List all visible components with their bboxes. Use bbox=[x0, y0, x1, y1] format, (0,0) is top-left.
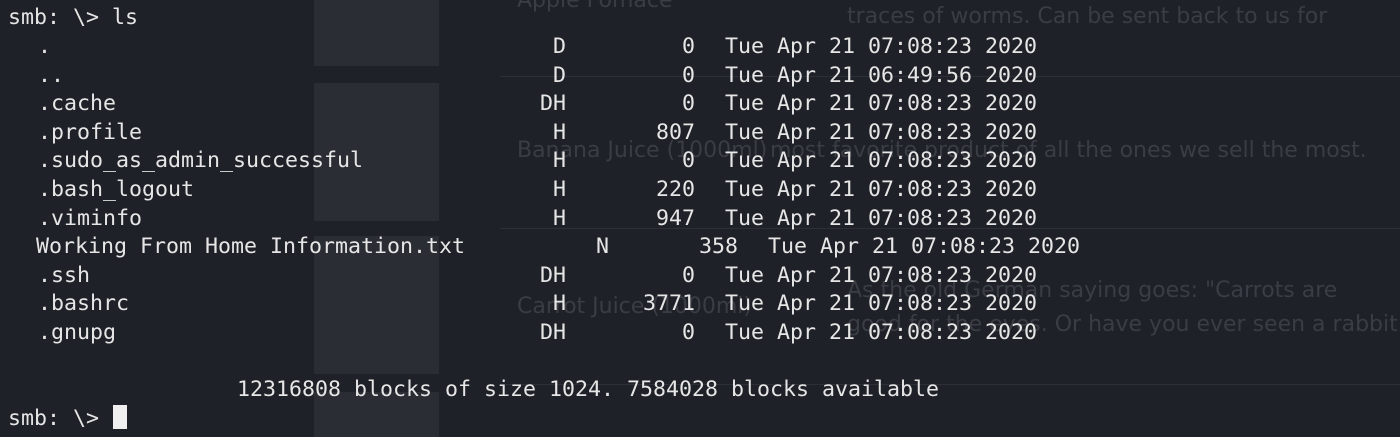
file-attributes: H bbox=[552, 148, 566, 174]
file-attributes: H bbox=[552, 177, 566, 202]
list-item: .cache DH 0 Tue Apr 21 07:08:23 2020 bbox=[0, 90, 1400, 118]
file-name: .sudo_as_admin_successful bbox=[38, 148, 364, 174]
list-item: .bashrc H 3771 Tue Apr 21 07:08:23 2020 bbox=[0, 290, 1400, 318]
file-size: 0 bbox=[681, 148, 695, 174]
file-attributes: DH bbox=[539, 320, 566, 345]
file-attributes: DH bbox=[539, 91, 566, 117]
file-size: 0 bbox=[681, 91, 695, 117]
file-attributes: D bbox=[552, 62, 566, 88]
file-date: Tue Apr 21 07:08:23 2020 bbox=[725, 205, 1038, 231]
file-date: Tue Apr 21 07:08:23 2020 bbox=[725, 177, 1038, 202]
command: ls bbox=[112, 5, 139, 30]
command-line: smb: \> ls bbox=[8, 4, 138, 32]
disk-summary: 12316808 blocks of size 1024. 7584028 bl… bbox=[237, 377, 940, 402]
list-item: .ssh DH 0 Tue Apr 21 07:08:23 2020 bbox=[0, 262, 1400, 290]
file-date: Tue Apr 21 07:08:23 2020 bbox=[725, 34, 1038, 59]
file-size: 807 bbox=[655, 119, 695, 145]
file-attributes: D bbox=[552, 34, 566, 59]
file-size: 0 bbox=[681, 62, 695, 88]
list-item: .profile H 807 Tue Apr 21 07:08:23 2020 bbox=[0, 119, 1400, 147]
file-size: 358 bbox=[698, 234, 738, 260]
file-date: Tue Apr 21 07:08:23 2020 bbox=[725, 262, 1038, 288]
file-size: 947 bbox=[655, 205, 695, 231]
file-name: .cache bbox=[38, 91, 117, 117]
list-item: . D 0 Tue Apr 21 07:08:23 2020 bbox=[0, 33, 1400, 61]
list-item: .gnupg DH 0 Tue Apr 21 07:08:23 2020 bbox=[0, 319, 1400, 347]
cursor bbox=[113, 405, 128, 429]
file-name: Working From Home Information.txt bbox=[36, 234, 466, 260]
file-attributes: H bbox=[552, 119, 566, 145]
list-item: .. D 0 Tue Apr 21 06:49:56 2020 bbox=[0, 62, 1400, 90]
prompt: smb: \> bbox=[8, 5, 100, 30]
file-date: Tue Apr 21 07:08:23 2020 bbox=[768, 234, 1081, 260]
file-attributes: N bbox=[595, 234, 609, 260]
file-name: .bashrc bbox=[38, 291, 130, 317]
file-size: 0 bbox=[681, 34, 695, 59]
file-attributes: H bbox=[552, 205, 566, 231]
file-size: 3771 bbox=[642, 291, 695, 317]
file-name: .gnupg bbox=[38, 320, 117, 345]
file-date: Tue Apr 21 07:08:23 2020 bbox=[725, 91, 1038, 117]
file-name: . bbox=[38, 34, 52, 59]
file-name: .viminfo bbox=[38, 205, 143, 231]
file-date: Tue Apr 21 07:08:23 2020 bbox=[725, 148, 1038, 174]
list-item: .viminfo H 947 Tue Apr 21 07:08:23 2020 bbox=[0, 205, 1400, 233]
file-attributes: H bbox=[552, 291, 566, 317]
list-item: .sudo_as_admin_successful H 0 Tue Apr 21 07… bbox=[0, 147, 1400, 175]
list-item: .bash_logout H 220 Tue Apr 21 07:08:23 2020 bbox=[0, 176, 1400, 204]
file-name: .ssh bbox=[38, 262, 91, 288]
file-size: 0 bbox=[681, 320, 695, 345]
file-name: .bash_logout bbox=[38, 177, 195, 202]
file-date: Tue Apr 21 07:08:23 2020 bbox=[725, 320, 1038, 345]
file-date: Tue Apr 21 06:49:56 2020 bbox=[725, 62, 1038, 88]
prompt-line[interactable]: smb: \> bbox=[8, 405, 128, 433]
file-date: Tue Apr 21 07:08:23 2020 bbox=[725, 291, 1038, 317]
list-item: Working From Home Information.txt N 358 Tue… bbox=[0, 233, 1400, 261]
file-name: .profile bbox=[38, 119, 143, 145]
file-name: .. bbox=[38, 62, 65, 88]
terminal-window[interactable]: smb: \> ls . D 0 Tue Apr 21 07:08:23 2020..… bbox=[0, 0, 1400, 437]
file-size: 220 bbox=[655, 177, 695, 202]
file-date: Tue Apr 21 07:08:23 2020 bbox=[725, 119, 1038, 145]
prompt: smb: \> bbox=[8, 406, 100, 431]
file-size: 0 bbox=[681, 262, 695, 288]
file-attributes: DH bbox=[539, 262, 566, 288]
